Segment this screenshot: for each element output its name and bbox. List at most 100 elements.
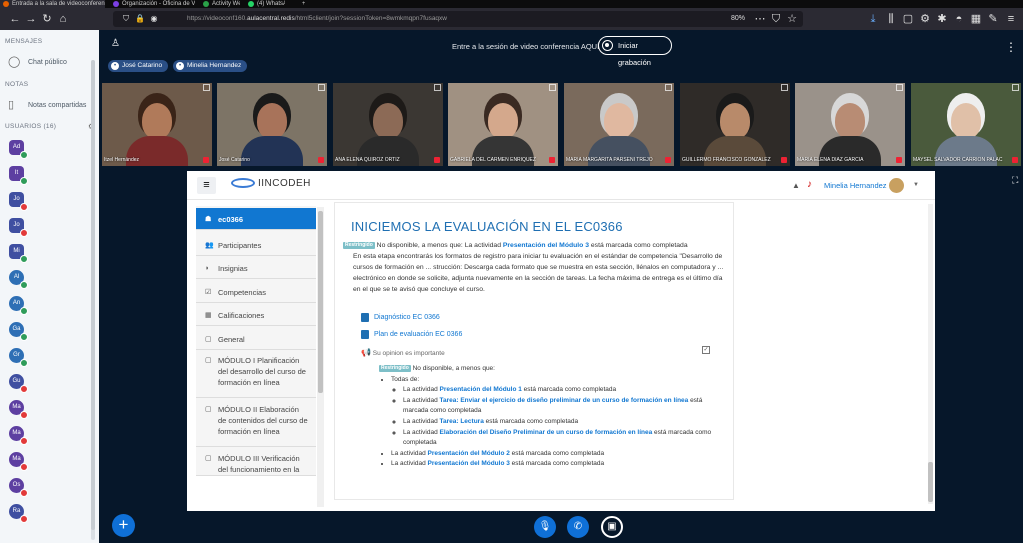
user-avatar[interactable]: Ma (9, 426, 28, 445)
actions-plus-button[interactable]: + (112, 514, 135, 537)
activity-link[interactable]: Presentación del Módulo 3 (428, 460, 510, 467)
resource-plan-evaluacion[interactable]: Plan de evaluación EC 0366 (361, 330, 462, 339)
activity-link[interactable]: Tarea: Enviar el ejercicio de diseño pre… (440, 397, 689, 404)
start-recording-button[interactable]: Iniciar grabación (598, 36, 672, 67)
bookmark-star-icon[interactable]: ☆ (785, 12, 799, 26)
course-menu-item[interactable]: 👥 Participantes (196, 234, 316, 256)
camera-permission-icon[interactable]: ◉ (147, 12, 161, 26)
new-tab-button[interactable]: + (290, 0, 305, 8)
activity-link[interactable]: Tarea: Lectura (440, 418, 484, 425)
back-icon[interactable]: ← (8, 12, 22, 26)
expand-video-icon[interactable] (665, 84, 672, 91)
user-avatar[interactable]: Mi (9, 244, 28, 263)
user-avatar[interactable]: Jo (9, 218, 28, 237)
activity-link[interactable]: Presentación del Módulo 2 (428, 450, 510, 457)
user-avatar[interactable]: Os (9, 478, 28, 497)
video-tile[interactable]: Itzel Hernández (102, 83, 212, 166)
resource-diagnostico[interactable]: Diagnóstico EC 0366 (361, 313, 440, 322)
activity-link[interactable]: Presentación del Módulo 1 (440, 386, 522, 393)
browser-tab[interactable]: Activity Web (200, 0, 240, 8)
expand-video-icon[interactable] (203, 84, 210, 91)
page-scroll-thumb[interactable] (928, 462, 933, 502)
shared-notes-item[interactable]: ▯ Notas compartidas (8, 99, 86, 111)
video-tile[interactable]: José Catarino (217, 83, 327, 166)
user-avatar[interactable]: Ad (9, 140, 28, 159)
expand-video-icon[interactable] (318, 84, 325, 91)
expand-video-icon[interactable] (781, 84, 788, 91)
user-avatar[interactable]: Ma (9, 452, 28, 471)
video-tile[interactable]: MARIA MARGARITA PARSENI TREJO (564, 83, 674, 166)
site-logo[interactable]: IINCODEH (231, 178, 311, 189)
fullscreen-icon[interactable]: ⛶ (1012, 175, 1018, 186)
course-menu-item[interactable]: ▢ MÓDULO II Elaboración de contenidos del… (196, 400, 316, 447)
course-index-scroll-thumb[interactable] (318, 211, 323, 393)
user-list-toggle-icon[interactable]: ♙ (111, 38, 120, 49)
browser-tab[interactable]: Entrada a la sala de videoconferencia (0, 0, 105, 8)
completion-checkbox[interactable]: ✓ (702, 346, 710, 354)
browser-tab[interactable]: Organización - Oficina de Vir... (110, 0, 195, 8)
url-bar[interactable]: ⛉ 🔒 ◉ https://videoconf160.aulacentral.r… (113, 11, 803, 27)
pocket-icon[interactable]: ⛉ (769, 12, 783, 26)
grid-icon[interactable]: ▦ (969, 12, 983, 26)
hamburger-menu-icon[interactable]: ≡ (1004, 12, 1018, 26)
expand-video-icon[interactable] (434, 84, 441, 91)
site-menu-icon[interactable]: ≡ (197, 177, 216, 194)
extension-icon[interactable]: ⚙ (918, 12, 932, 26)
user-avatar[interactable]: Al (9, 270, 28, 289)
video-tile[interactable]: GUILLERMO FRANCISCO GONZALEZ (680, 83, 790, 166)
course-menu-item[interactable]: ▢ General (196, 328, 316, 350)
video-tile[interactable]: GABRIELA DEL CARMEN ENRIQUEZ (448, 83, 558, 166)
page-scrollbar[interactable] (928, 204, 933, 504)
site-user-name[interactable]: Minelia Hernandez (824, 181, 887, 190)
library-icon[interactable]: ⫼ (884, 12, 898, 26)
notification-bell-icon[interactable]: ▲ (792, 181, 800, 190)
user-avatar[interactable]: Gu (9, 374, 28, 393)
download-icon[interactable]: ⤓ (866, 12, 880, 26)
activity-link[interactable]: Presentación del Módulo 3 (503, 242, 589, 249)
course-menu-item[interactable]: ◗ Insignias (196, 257, 316, 279)
home-icon[interactable]: ⌂ (56, 12, 70, 26)
presenter-pill[interactable]: • José Catarino (108, 60, 169, 72)
url-text[interactable]: https://videoconf160.aulacentral.redis/h… (187, 11, 447, 27)
activity-link[interactable]: Elaboración del Diseño Preliminar de un … (440, 429, 653, 436)
zoom-level[interactable]: 80% (731, 11, 745, 27)
public-chat-item[interactable]: ◯ Chat público (8, 56, 67, 68)
user-avatar[interactable]: Ra (9, 504, 28, 523)
user-avatar[interactable]: It (9, 166, 28, 185)
sidebar-icon[interactable]: ▢ (901, 12, 915, 26)
expand-video-icon[interactable] (549, 84, 556, 91)
course-menu-item[interactable]: ▢ MÓDULO III Verificación del funcionamie… (196, 449, 316, 476)
user-avatar[interactable]: Ga (9, 322, 28, 341)
video-tile[interactable]: MAYSEL SALVADOR CARRION PALAC (911, 83, 1021, 166)
course-menu-item[interactable]: ▢ MÓDULO I Planificación del desarrollo d… (196, 351, 316, 398)
video-tile[interactable]: ANA ELENA QUIROZ ORTIZ (333, 83, 443, 166)
page-actions-icon[interactable]: ⋯ (753, 12, 767, 26)
shield-icon[interactable]: ⛉ (119, 12, 133, 26)
expand-video-icon[interactable] (1012, 84, 1019, 91)
left-panel-scrollbar-thumb[interactable] (91, 60, 95, 530)
user-avatar[interactable]: Jo (9, 192, 28, 211)
mask-icon[interactable]: ◓ (952, 12, 966, 26)
course-index-scrollbar[interactable] (317, 207, 324, 507)
reload-icon[interactable]: ↻ (40, 12, 54, 26)
user-avatar[interactable]: Gr (9, 348, 28, 367)
feedback-activity[interactable]: 📢 Su opinion es importante (361, 348, 445, 357)
addon-icon[interactable]: ✎ (986, 12, 1000, 26)
options-menu-icon[interactable]: ⋮ (1005, 40, 1017, 54)
settings-icon[interactable]: ✱ (935, 12, 949, 26)
user-avatar[interactable]: Ma (9, 400, 28, 419)
user-avatar[interactable]: An (9, 296, 28, 315)
camera-button[interactable]: ▣ (601, 516, 623, 538)
course-menu-item[interactable]: ▦ Calificaciones (196, 304, 316, 326)
expand-video-icon[interactable] (896, 84, 903, 91)
audio-phone-button[interactable]: ✆ (567, 516, 589, 538)
chevron-down-icon[interactable]: ▼ (913, 182, 919, 188)
browser-tab[interactable]: (4) WhatsApp (245, 0, 285, 8)
course-menu-item[interactable]: ☑ Competencias (196, 281, 316, 303)
forward-icon[interactable]: → (24, 12, 38, 26)
presenter-pill[interactable]: • Minelia Hernandez (173, 60, 248, 72)
site-user-avatar[interactable] (889, 178, 904, 193)
video-tile[interactable]: MARIA ELENA DÍAZ GARCIA (795, 83, 905, 166)
microphone-button[interactable]: 🎙 (534, 516, 556, 538)
course-menu-item[interactable]: ☗ ec0366 (196, 208, 316, 230)
